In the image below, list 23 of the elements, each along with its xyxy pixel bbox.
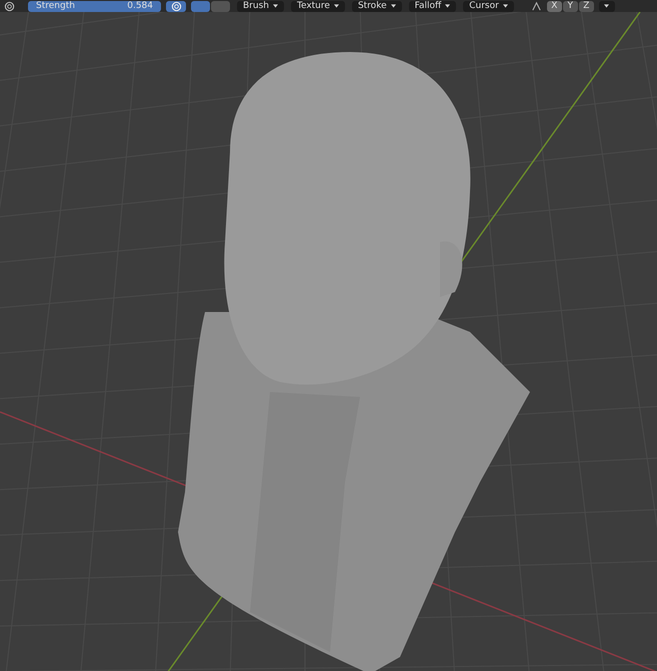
toggle-button[interactable] bbox=[211, 0, 230, 12]
menu-dropdown[interactable]: Texture bbox=[290, 0, 345, 12]
menu-dropdown[interactable]: Brush bbox=[237, 0, 284, 12]
symmetry-icon bbox=[530, 0, 542, 12]
axis-toggle[interactable]: Z bbox=[578, 0, 594, 12]
strength-label: Strength bbox=[36, 0, 75, 12]
strength-slider[interactable]: Strength 0.584 bbox=[28, 0, 161, 12]
caret-icon bbox=[272, 4, 278, 8]
caret-icon bbox=[390, 4, 396, 8]
strength-value: 0.584 bbox=[127, 0, 153, 12]
menu-dropdown[interactable]: Falloff bbox=[408, 0, 456, 12]
caret-icon bbox=[334, 4, 339, 8]
pressure-button[interactable] bbox=[166, 0, 186, 12]
caret-icon bbox=[604, 4, 610, 8]
menu-dropdown[interactable]: Cursor bbox=[463, 0, 514, 12]
caret-icon bbox=[502, 4, 508, 8]
options-dropdown[interactable] bbox=[598, 0, 615, 12]
caret-icon bbox=[445, 4, 450, 8]
menu-dropdown[interactable]: Stroke bbox=[352, 0, 402, 12]
axis-toggle[interactable]: Y bbox=[562, 0, 578, 12]
toggle-button[interactable] bbox=[191, 0, 210, 12]
axis-toggle[interactable]: X bbox=[546, 0, 562, 12]
brush-icon[interactable] bbox=[4, 0, 15, 12]
